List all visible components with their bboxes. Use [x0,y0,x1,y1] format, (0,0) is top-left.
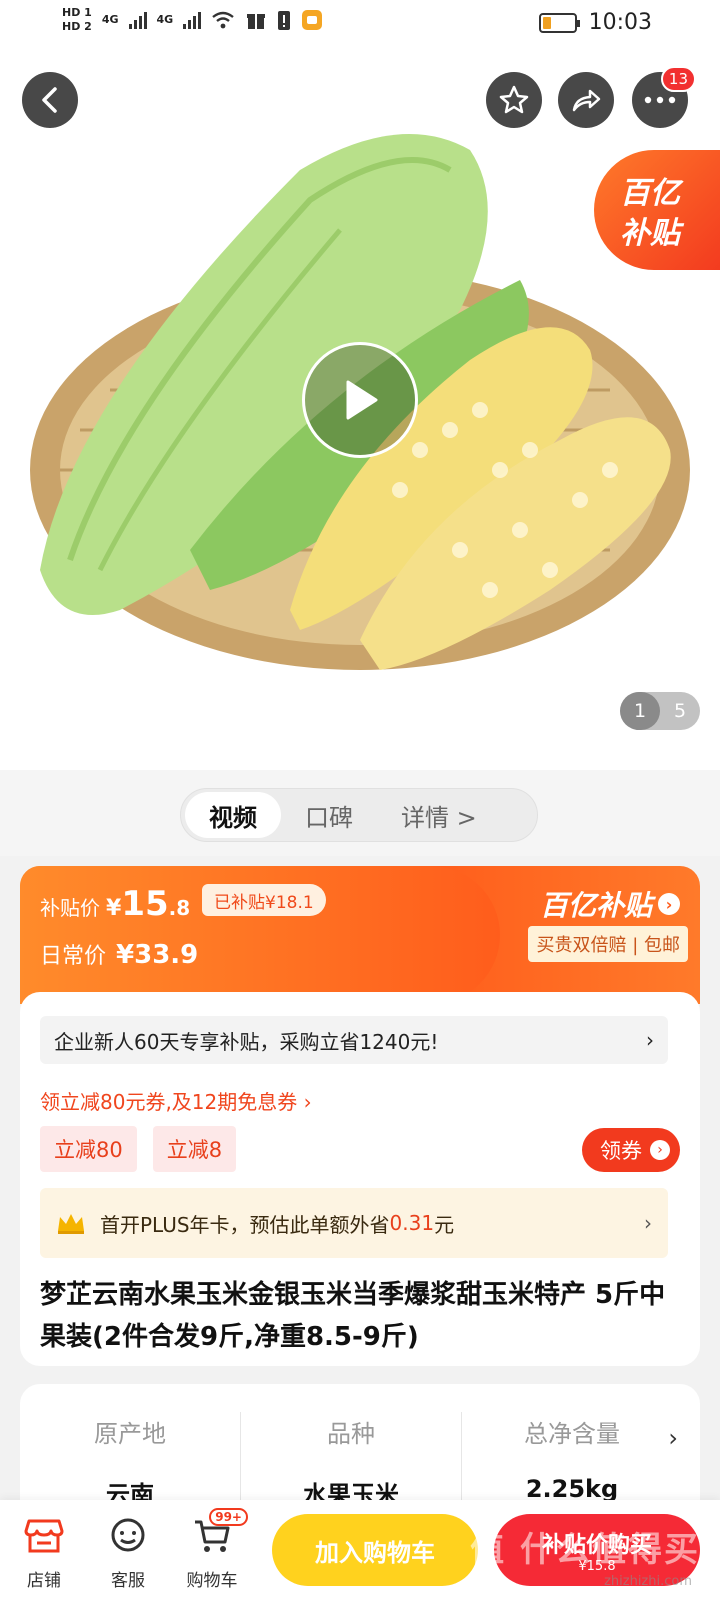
chat-icon [111,1518,145,1552]
hd-indicators: HD 1 HD 2 [62,6,92,34]
discount-chip[interactable]: 立减80 [40,1126,137,1172]
signal-icon-2 [183,11,202,29]
enterprise-promo[interactable]: 企业新人60天专享补贴，采购立省1240元! › [40,1016,668,1064]
saved-amount-badge: 已补贴¥18.1 [202,884,326,916]
spec-key: 品种 [327,1420,375,1448]
spec-variety: 品种 水果玉米 [241,1414,461,1510]
bottom-action-bar: 店铺 客服 99+ 购物车 加入购物车 补贴价购买 ¥15.8 值 什么值得买 … [0,1500,720,1600]
tabs-area: 视频 口碑 详情 > [0,770,720,856]
play-icon [346,380,378,420]
spec-net-weight: 总净含量 2.25kg [462,1414,682,1503]
favorite-button[interactable] [486,72,542,128]
chevron-right-icon: › [658,893,680,915]
page-current: 1 [620,692,660,730]
more-dots-icon [644,96,676,104]
get-coupon-label: 领券 [600,1139,642,1163]
tab-details[interactable]: 详情 > [377,792,501,838]
chevron-right-icon: › [650,1140,670,1160]
shop-label: 店铺 [27,1571,61,1591]
chevron-right-icon: › [668,1424,678,1452]
tab-reviews[interactable]: 口碑 [281,792,377,838]
wifi-icon [212,11,234,29]
share-button[interactable] [558,72,614,128]
plus-membership-promo[interactable]: 首开PLUS年卡，预估此单额外省 0.31 元 › [40,1188,668,1258]
tab-video[interactable]: 视频 [185,792,281,838]
product-title: 梦芷云南水果玉米金银玉米当季爆浆甜玉米特产 5斤中果装(2件合发9斤,净重8.5… [40,1280,666,1352]
message-badge: 13 [660,66,696,92]
battery-icon [538,12,580,33]
network-type-1: 4G [101,13,119,26]
regular-price-value: ¥33.9 [116,940,199,970]
chevron-left-icon [42,87,57,113]
play-video-button[interactable] [302,342,418,458]
subsidy-price-label: 补贴价 [40,896,100,920]
more-button[interactable]: 13 [632,66,696,128]
currency-symbol: ¥ [106,896,122,921]
cart-label: 购物车 [186,1571,238,1591]
plus-promo-unit: 元 [434,1212,455,1237]
star-icon [499,85,529,114]
cart-count-badge: 99+ [209,1508,248,1526]
spec-key: 总净含量 [524,1420,620,1448]
add-to-cart-button[interactable]: 加入购物车 [272,1514,478,1586]
page-total: 5 [673,700,687,722]
coupon-link[interactable]: 领立减80元券,及12期免息券 › [40,1086,312,1115]
spec-origin: 原产地 云南 [20,1414,240,1510]
chevron-right-icon: › [644,1211,652,1235]
status-left: HD 1 HD 2 4G 4G [62,6,323,34]
watermark: 值 什么值得买 [470,1530,700,1570]
watermark-url: zhizhizhi.com [604,1574,692,1589]
customer-service-button[interactable]: 客服 [88,1514,168,1591]
gallery-page-indicator: 1 5 [620,692,700,730]
status-bar: HD 1 HD 2 4G 4G 10:03 [0,0,720,50]
price-integer: 15 [121,884,169,924]
spec-value: 2.25kg [525,1475,619,1503]
subsidy-tag-line1: 百亿 [620,176,680,211]
crown-icon [58,1214,84,1234]
price-decimal: .8 [168,896,191,920]
shop-icon [24,1519,64,1553]
network-type-2: 4G [156,13,174,26]
plus-promo-text: 首开PLUS年卡，预估此单额外省 [100,1212,390,1237]
gift-icon [247,14,266,29]
status-right: 10:03 [538,10,652,35]
cart-button[interactable]: 99+ 购物车 [172,1508,252,1591]
subsidy-brand-link[interactable]: 百亿补贴 › [540,884,680,924]
alert-icon [278,11,291,30]
clock: 10:03 [588,10,652,35]
enterprise-promo-text: 企业新人60天专享补贴，采购立省1240元! [54,1029,439,1054]
signal-icon [128,11,147,29]
plus-promo-amount: 0.31 [389,1211,435,1235]
subsidy-tag-line2: 补贴 [620,216,680,251]
subsidy-tag: 百亿 补贴 [594,150,720,270]
discount-chips: 立减80 立减8 [40,1126,237,1172]
shop-button[interactable]: 店铺 [4,1514,84,1591]
share-icon [572,89,601,112]
price-banner: 补贴价 ¥ 15 .8 已补贴¥18.1 日常价 ¥33.9 百亿补贴 › 买贵… [20,866,700,1004]
service-label: 客服 [111,1571,145,1591]
product-gallery[interactable]: 13 百亿 补贴 1 5 [0,50,720,770]
subsidy-price: 补贴价 ¥ 15 .8 [40,884,190,924]
regular-price: 日常价 ¥33.9 [40,938,198,970]
subsidy-brand-label: 百亿补贴 [539,889,652,922]
spec-key: 原产地 [94,1420,166,1448]
promo-card: 企业新人60天专享补贴，采购立省1240元! › 领立减80元券,及12期免息券… [20,992,700,1366]
discount-chip[interactable]: 立减8 [152,1126,237,1172]
back-button[interactable] [22,72,78,128]
hd2-label: HD 2 [62,20,92,33]
content-tabs: 视频 口碑 详情 > [180,788,538,842]
get-coupon-button[interactable]: 领券 › [582,1128,680,1172]
guarantee-badge: 买贵双倍赔 | 包邮 [528,926,688,962]
app-notification-icon [302,10,323,30]
chevron-right-icon: › [646,1028,654,1052]
regular-price-label: 日常价 [40,944,107,969]
hd1-label: HD 1 [62,6,92,19]
